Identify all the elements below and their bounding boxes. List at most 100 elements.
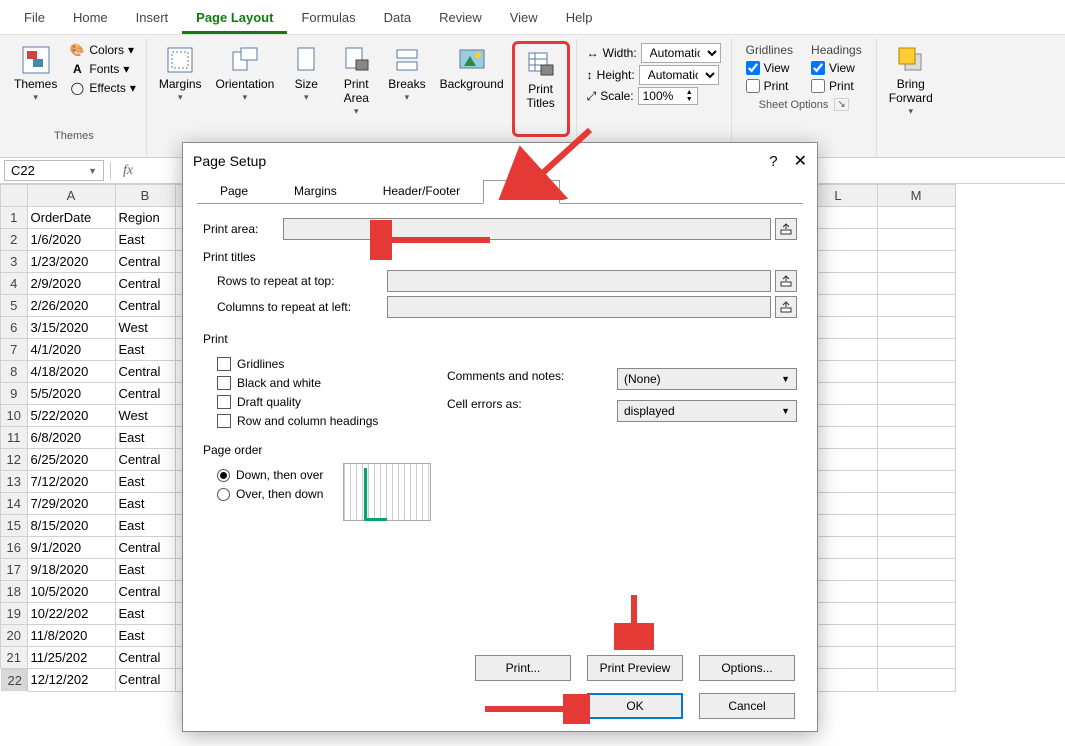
- cell[interactable]: [877, 603, 955, 625]
- cols-repeat-input[interactable]: [387, 296, 771, 318]
- dlg-tab-page[interactable]: Page: [197, 179, 271, 203]
- tab-home[interactable]: Home: [59, 4, 122, 34]
- cell[interactable]: [877, 317, 955, 339]
- cell[interactable]: [877, 273, 955, 295]
- cell[interactable]: 3/15/2020: [27, 317, 115, 339]
- row-header[interactable]: 2: [1, 229, 28, 251]
- cell[interactable]: [877, 339, 955, 361]
- collapse-dialog-button[interactable]: [775, 270, 797, 292]
- cell[interactable]: East: [115, 427, 175, 449]
- draft-quality-checkbox[interactable]: Draft quality: [217, 395, 437, 409]
- cell[interactable]: [877, 515, 955, 537]
- cell[interactable]: 11/8/2020: [27, 625, 115, 647]
- gridlines-print-checkbox[interactable]: Print: [746, 79, 793, 93]
- cell[interactable]: 7/29/2020: [27, 493, 115, 515]
- tab-view[interactable]: View: [496, 4, 552, 34]
- cell[interactable]: 5/22/2020: [27, 405, 115, 427]
- background-button[interactable]: Background: [434, 41, 510, 127]
- cell[interactable]: Central: [115, 537, 175, 559]
- cell[interactable]: [877, 559, 955, 581]
- errors-select[interactable]: displayed▼: [617, 400, 797, 422]
- tab-file[interactable]: File: [10, 4, 59, 34]
- cell[interactable]: [877, 581, 955, 603]
- row-header[interactable]: 18: [1, 581, 28, 603]
- cell[interactable]: [877, 295, 955, 317]
- cell[interactable]: Central: [115, 581, 175, 603]
- print-button[interactable]: Print...: [475, 655, 571, 681]
- comments-select[interactable]: (None)▼: [617, 368, 797, 390]
- size-button[interactable]: Size▾: [282, 41, 330, 127]
- print-titles-button[interactable]: Print Titles: [517, 46, 565, 132]
- row-header[interactable]: 20: [1, 625, 28, 647]
- row-header[interactable]: 22: [1, 669, 27, 691]
- dlg-tab-margins[interactable]: Margins: [271, 179, 360, 203]
- print-area-input[interactable]: [283, 218, 771, 240]
- cell[interactable]: 4/1/2020: [27, 339, 115, 361]
- headings-print-checkbox[interactable]: Print: [811, 79, 862, 93]
- tab-page-layout[interactable]: Page Layout: [182, 4, 287, 34]
- cell[interactable]: East: [115, 559, 175, 581]
- height-select[interactable]: Automatic: [639, 65, 719, 85]
- cell[interactable]: [877, 383, 955, 405]
- row-header[interactable]: 11: [1, 427, 28, 449]
- print-area-button[interactable]: Print Area▾: [332, 41, 380, 127]
- dlg-tab-headerfooter[interactable]: Header/Footer: [360, 179, 483, 203]
- cell[interactable]: [877, 229, 955, 251]
- gridlines-checkbox[interactable]: Gridlines: [217, 357, 437, 371]
- row-header[interactable]: 21: [1, 647, 28, 669]
- cancel-button[interactable]: Cancel: [699, 693, 795, 719]
- options-button[interactable]: Options...: [699, 655, 795, 681]
- row-header[interactable]: 17: [1, 559, 28, 581]
- cell[interactable]: [877, 427, 955, 449]
- cell[interactable]: Central: [115, 361, 175, 383]
- row-header[interactable]: 9: [1, 383, 28, 405]
- cell[interactable]: [877, 251, 955, 273]
- cell[interactable]: Region: [115, 207, 175, 229]
- cell[interactable]: 8/15/2020: [27, 515, 115, 537]
- row-header[interactable]: 5: [1, 295, 28, 317]
- cell[interactable]: 2/9/2020: [27, 273, 115, 295]
- themes-button[interactable]: Themes ▾: [8, 41, 63, 127]
- colors-button[interactable]: 🎨Colors▾: [65, 41, 140, 59]
- row-header[interactable]: 8: [1, 361, 28, 383]
- cell[interactable]: [877, 669, 955, 692]
- collapse-dialog-button[interactable]: [775, 218, 797, 240]
- tab-data[interactable]: Data: [370, 4, 425, 34]
- cell[interactable]: [877, 625, 955, 647]
- bring-forward-button[interactable]: Bring Forward▾: [883, 41, 939, 127]
- cell[interactable]: [877, 207, 955, 229]
- column-header[interactable]: M: [877, 185, 955, 207]
- cell[interactable]: [877, 405, 955, 427]
- cell[interactable]: 2/26/2020: [27, 295, 115, 317]
- cell[interactable]: East: [115, 515, 175, 537]
- row-header[interactable]: 6: [1, 317, 28, 339]
- cell[interactable]: [877, 537, 955, 559]
- cell[interactable]: 10/22/202: [27, 603, 115, 625]
- cell[interactable]: Central: [115, 295, 175, 317]
- row-header[interactable]: 14: [1, 493, 28, 515]
- cell[interactable]: East: [115, 229, 175, 251]
- cell[interactable]: Central: [115, 669, 175, 692]
- cell[interactable]: 1/23/2020: [27, 251, 115, 273]
- headings-view-checkbox[interactable]: View: [811, 61, 862, 75]
- tab-formulas[interactable]: Formulas: [287, 4, 369, 34]
- cell[interactable]: 6/25/2020: [27, 449, 115, 471]
- cell[interactable]: [877, 647, 955, 669]
- gridlines-view-checkbox[interactable]: View: [746, 61, 793, 75]
- cell[interactable]: Central: [115, 449, 175, 471]
- collapse-dialog-button[interactable]: [775, 296, 797, 318]
- cell[interactable]: Central: [115, 251, 175, 273]
- width-select[interactable]: Automatic: [641, 43, 721, 63]
- cell[interactable]: 6/8/2020: [27, 427, 115, 449]
- cell[interactable]: West: [115, 405, 175, 427]
- scale-input[interactable]: 100%▲▼: [638, 87, 698, 105]
- cell[interactable]: East: [115, 339, 175, 361]
- cell[interactable]: OrderDate: [27, 207, 115, 229]
- cell[interactable]: Central: [115, 383, 175, 405]
- margins-button[interactable]: Margins▾: [153, 41, 208, 127]
- cell[interactable]: 1/6/2020: [27, 229, 115, 251]
- cell[interactable]: 9/18/2020: [27, 559, 115, 581]
- cell[interactable]: West: [115, 317, 175, 339]
- rows-repeat-input[interactable]: [387, 270, 771, 292]
- effects-button[interactable]: ◯Effects▾: [65, 79, 140, 97]
